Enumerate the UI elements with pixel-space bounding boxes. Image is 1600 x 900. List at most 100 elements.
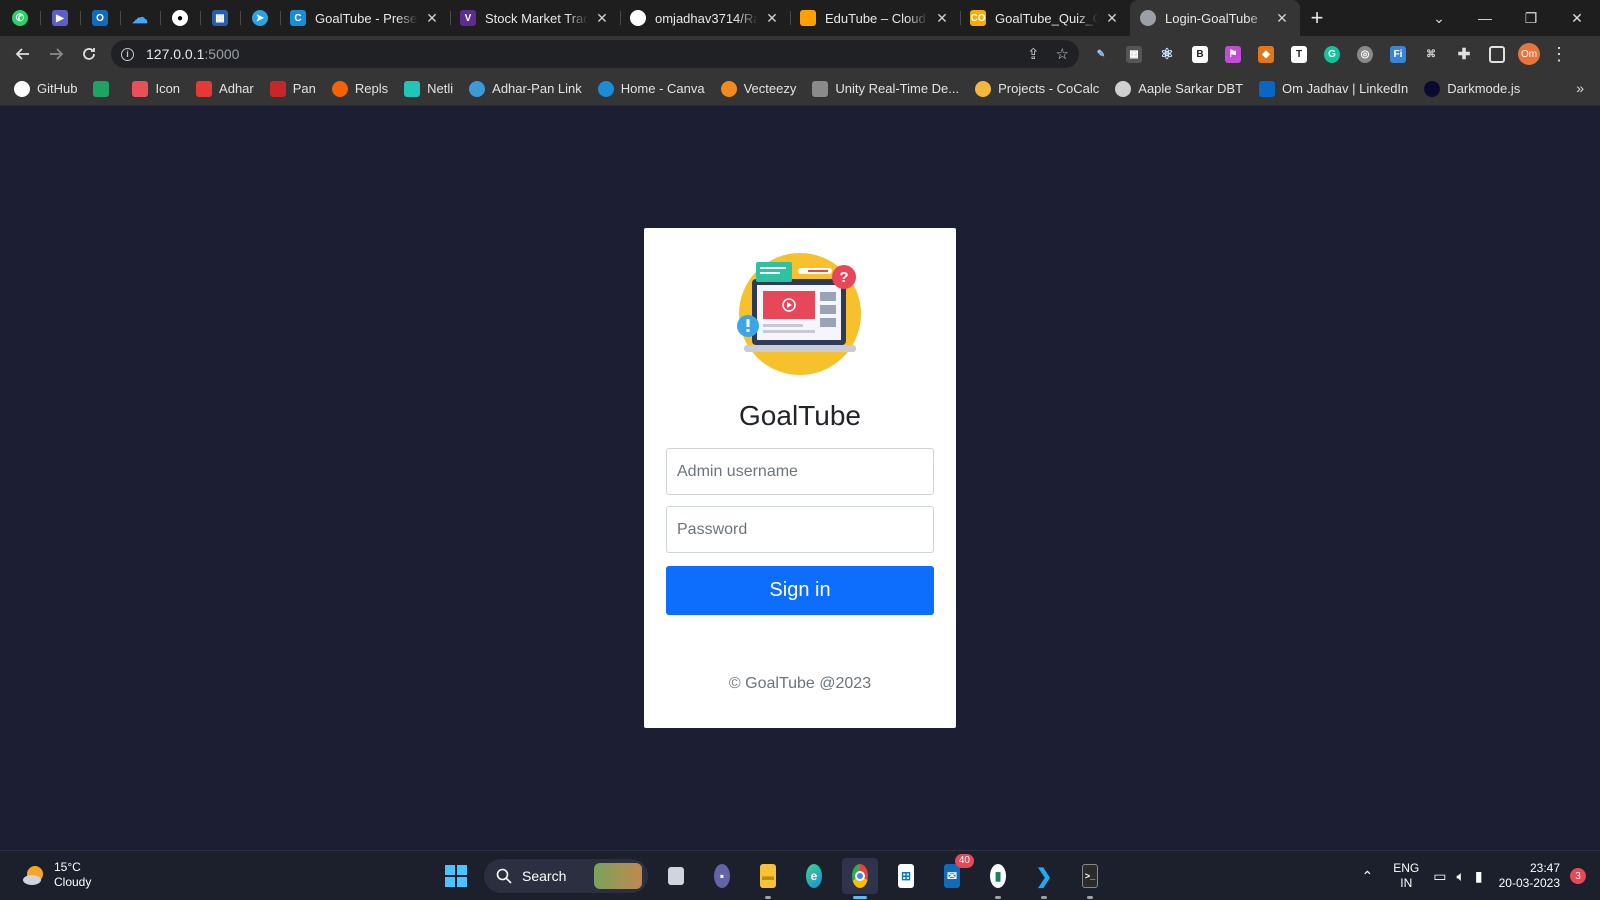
forward-button[interactable] [39,40,72,68]
notification-badge[interactable]: 3 [1570,868,1586,884]
github-icon: ● [172,10,188,26]
browser-tab[interactable]: V Stock Market Trading ✕ [450,0,620,36]
ext-code[interactable]: ⌘ [1419,42,1443,66]
bookmarks-overflow-icon[interactable]: » [1576,80,1584,96]
file-explorer-button[interactable]: ▬ [750,858,786,899]
taskbar-search[interactable]: Search [484,859,648,893]
store-button[interactable]: ⊞ [888,858,924,894]
ext-grid[interactable]: ▦ [1122,42,1146,66]
close-window-button[interactable]: ✕ [1554,10,1600,27]
ext-pen[interactable]: ✎ [1089,42,1113,66]
bookmark-label: Vecteezy [743,81,797,96]
bookmark-item[interactable]: Darkmode.js [1424,80,1520,97]
start-button[interactable] [438,858,474,894]
unity-icon [812,80,829,97]
ext-t[interactable]: T [1287,42,1311,66]
ext-grammarly[interactable]: G [1320,42,1344,66]
sign-in-button[interactable]: Sign in [666,566,934,615]
ext-react[interactable]: ⚛ [1155,42,1179,66]
pinned-tab-telegram[interactable]: ➤ [240,0,280,36]
bookmark-item[interactable] [93,80,116,97]
t-icon: T [1291,45,1307,63]
bookmark-item[interactable]: Home - Canva [597,80,705,97]
ext-fi[interactable]: Fi [1386,42,1410,66]
search-label: Search [522,868,567,884]
menu-kebab-icon[interactable]: ⋮ [1549,44,1569,65]
bookmark-item[interactable]: Repls [331,80,388,97]
pinned-tab-onedrive[interactable]: ☁ [120,0,160,36]
site-info-icon[interactable]: i [121,47,134,61]
edge-icon: e [806,864,822,888]
system-icons[interactable]: ▭ 🔈︎ ▮ [1433,868,1482,885]
address-bar[interactable]: i 127.0.0.1:5000 ⇪ ☆ [111,40,1079,68]
minimize-button[interactable]: — [1462,10,1508,26]
ext-puzzle[interactable]: ✚ [1452,42,1476,66]
language-code: ENG [1393,861,1420,875]
bookmark-item[interactable]: Adhar [196,80,254,97]
weather-widget[interactable]: 15°C Cloudy [22,860,91,890]
teams-chat-button[interactable]: ▪ [704,858,740,894]
clock[interactable]: 23:47 20-03-2023 [1499,861,1560,891]
tab-close-icon[interactable]: ✕ [424,10,440,27]
fi-icon: Fi [1390,45,1406,63]
tab-title: EduTube – Cloud Firestore [825,10,928,26]
vscode-button[interactable]: ❯ [1026,858,1062,899]
github-icon [630,10,646,26]
ext-flag[interactable]: ⚑ [1221,42,1245,66]
bookmark-item[interactable]: Netli [404,80,453,97]
tab-close-icon[interactable]: ✕ [764,10,780,27]
bookmark-item[interactable]: Om Jadhav | LinkedIn [1259,80,1408,97]
ext-metamask[interactable]: ◆ [1254,42,1278,66]
chrome-button[interactable] [842,858,878,899]
metamask-icon: ◆ [1258,45,1274,63]
browser-tab[interactable]: omjadhav3714/Raj ✕ [620,0,790,36]
bookmark-item[interactable]: GitHub [14,80,77,97]
browser-tab[interactable]: CO GoalTube_Quiz_Generator ✕ [960,0,1130,36]
reload-button[interactable] [72,40,105,68]
pinned-tab-outlook[interactable]: O [80,0,120,36]
ext-target[interactable]: ◎ [1353,42,1377,66]
browser-tab[interactable]: C GoalTube - Presentation ✕ [280,0,450,36]
clock-time: 23:47 [1529,861,1560,875]
terminal-button[interactable]: >_ [1072,858,1108,899]
username-input[interactable] [666,448,934,495]
profile-avatar[interactable]: Om [1518,43,1540,65]
sheets-icon [93,80,110,97]
browser-tab-strip: ✆ ▶ O ☁ ● ▦ ➤ CGoalTube - Presentation✕V… [0,0,1600,36]
url-host: 127.0.0.1 [146,46,205,62]
browser-tab[interactable]: Login-GoalTube ✕ [1130,0,1300,36]
bookmark-item[interactable]: Icon [132,80,180,97]
notepad-button[interactable]: ▮ [980,858,1016,899]
browser-toolbar: i 127.0.0.1:5000 ⇪ ☆ ✎ ▦ ⚛ B ⚑ ◆ T G ◎ F… [0,36,1600,72]
bookmark-star-icon[interactable]: ☆ [1056,45,1069,63]
restore-button[interactable]: ❐ [1508,10,1554,27]
bookmark-item[interactable]: Aaple Sarkar DBT [1115,80,1243,97]
tab-search-chevron-icon[interactable]: ⌄ [1416,10,1462,27]
tab-close-icon[interactable]: ✕ [1104,10,1120,27]
language-indicator[interactable]: ENG IN [1393,861,1419,891]
back-button[interactable] [6,40,39,68]
browser-tab[interactable]: EduTube – Cloud Firestore ✕ [790,0,960,36]
pinned-tab-github[interactable]: ● [160,0,200,36]
ext-b[interactable]: B [1188,42,1212,66]
bookmark-item[interactable]: Pan [269,80,316,97]
bookmark-item[interactable]: Vecteezy [720,80,797,97]
tab-close-icon[interactable]: ✕ [594,10,610,27]
bookmark-item[interactable]: Unity Real-Time De... [812,80,959,97]
tab-close-icon[interactable]: ✕ [1274,10,1290,27]
password-input[interactable] [666,506,934,553]
tab-title: Login-GoalTube [1165,10,1258,26]
edge-button[interactable]: e [796,858,832,894]
pinned-tab-player[interactable]: ▶ [40,0,80,36]
bookmark-item[interactable]: Projects - CoCalc [975,80,1099,97]
tray-overflow-chevron-icon[interactable]: ⌃ [1362,868,1374,885]
mail-button[interactable]: ✉ 40 [934,854,974,894]
tab-close-icon[interactable]: ✕ [934,10,950,27]
pinned-tab-calendar[interactable]: ▦ [200,0,240,36]
pinned-tab-whatsapp[interactable]: ✆ [0,0,40,36]
ext-sidepanel[interactable] [1485,42,1509,66]
share-icon[interactable]: ⇪ [1027,45,1040,63]
new-tab-button[interactable]: + [1300,0,1334,36]
task-view-button[interactable] [658,858,694,894]
bookmark-item[interactable]: Adhar-Pan Link [469,80,582,97]
